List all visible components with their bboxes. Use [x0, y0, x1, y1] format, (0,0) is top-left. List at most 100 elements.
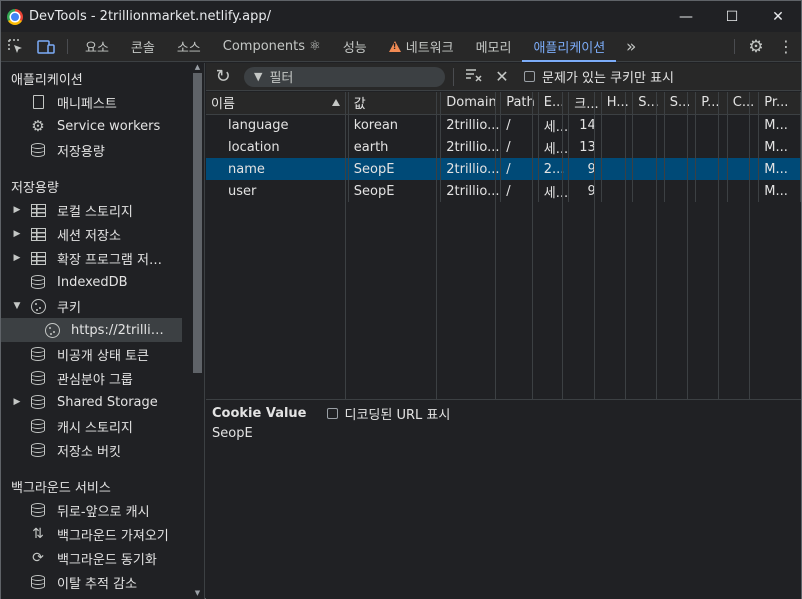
expand-arrow-icon[interactable]: ▶	[10, 229, 24, 239]
table-row[interactable]: location earth 2trillio... / 세... 13 M..…	[206, 136, 801, 158]
cookie-value-text[interactable]: SeopE	[206, 426, 801, 441]
cookie-icon	[44, 322, 60, 338]
filter-funnel-icon: ▼	[254, 70, 263, 83]
settings-gear-icon[interactable]: ⚙	[741, 32, 771, 61]
sidebar-scrollbar[interactable]: ▲ ▼	[191, 63, 203, 599]
show-decoded-url-checkbox[interactable]	[326, 407, 338, 419]
sidebar-item-cookies[interactable]: ▼ 쿠키	[1, 294, 204, 318]
cookies-table: 이름 값 Domain Path E... 크... H... S... S..…	[206, 92, 801, 399]
sort-ascending-icon	[331, 99, 340, 106]
cookie-value-title: Cookie Value	[212, 405, 307, 421]
sidebar-item-session-storage[interactable]: ▶ 세션 저장소	[1, 222, 204, 246]
gears-icon: ⚙	[31, 116, 45, 135]
column-header-expires[interactable]: E...	[538, 92, 570, 115]
column-header-cross-site[interactable]: C...	[727, 92, 760, 115]
column-header-partition-key[interactable]: P...	[695, 92, 728, 115]
table-row-selected[interactable]: name SeopE 2trillio... / 2... 9 M...	[206, 158, 801, 180]
column-header-name[interactable]: 이름	[206, 92, 349, 115]
document-icon	[32, 95, 44, 109]
tab-console[interactable]: 콘솔	[120, 32, 166, 61]
scroll-up-icon[interactable]: ▲	[193, 63, 202, 71]
sidebar-item-cache-storage[interactable]: 캐시 스토리지	[1, 414, 204, 438]
tab-network-label: 네트워크	[405, 41, 454, 56]
database-icon	[30, 575, 45, 589]
sidebar-item-storage[interactable]: 저장용량	[1, 138, 204, 162]
database-icon	[30, 443, 45, 457]
column-header-value[interactable]: 값	[348, 92, 442, 115]
database-icon	[30, 347, 45, 361]
minimize-button[interactable]: —	[663, 1, 709, 32]
only-issues-label: 문제가 있는 쿠키만 표시	[542, 71, 674, 86]
database-icon	[30, 503, 45, 517]
database-icon	[30, 275, 45, 289]
tab-elements[interactable]: 요소	[74, 32, 120, 61]
devtools-tabbar: 요소 콘솔 소스 Components ⚛ 성능 네트워크 메모리 애플리케이션…	[1, 32, 801, 62]
sidebar-item-bounce-tracking[interactable]: 이탈 추적 감소	[1, 570, 204, 594]
sidebar-item-background-sync[interactable]: ⟳ 백그라운드 동기화	[1, 546, 204, 570]
column-header-secure[interactable]: S...	[632, 92, 665, 115]
sidebar-item-local-storage[interactable]: ▶ 로컬 스토리지	[1, 198, 204, 222]
column-header-priority[interactable]: Pr...	[758, 92, 801, 115]
sidebar-item-extension-storage[interactable]: ▶ 확장 프로그램 저장소	[1, 246, 204, 270]
tab-network[interactable]: 네트워크	[378, 32, 465, 61]
table-row[interactable]: language korean 2trillio... / 세... 14 M.…	[206, 114, 801, 136]
section-application: 애플리케이션	[11, 72, 83, 88]
devtools-window: DevTools - 2trillionmarket.netlify.app/ …	[0, 0, 802, 599]
sidebar-item-private-state-tokens[interactable]: 비공개 상태 토큰	[1, 342, 204, 366]
cookie-icon	[30, 298, 46, 314]
title-bar: DevTools - 2trillionmarket.netlify.app/ …	[1, 1, 801, 32]
table-row[interactable]: user SeopE 2trillio... / 세... 9 M...	[206, 180, 801, 202]
column-header-size[interactable]: 크...	[568, 92, 602, 115]
refresh-icon[interactable]: ↻	[208, 66, 238, 87]
more-tabs-icon[interactable]: »	[616, 32, 646, 61]
sidebar-item-shared-storage[interactable]: ▶ Shared Storage	[1, 390, 204, 414]
tab-separator	[67, 39, 68, 54]
toolbar-separator	[453, 67, 454, 86]
tab-memory[interactable]: 메모리	[465, 32, 523, 61]
sidebar-item-bfcache[interactable]: 뒤로-앞으로 캐시	[1, 498, 204, 522]
sync-icon: ⟳	[32, 550, 44, 566]
only-issues-checkbox[interactable]	[524, 71, 535, 82]
sidebar-item-indexeddb[interactable]: IndexedDB	[1, 270, 204, 294]
scroll-thumb[interactable]	[193, 73, 202, 373]
expand-arrow-icon[interactable]: ▶	[10, 253, 24, 263]
column-header-httponly[interactable]: H...	[601, 92, 634, 115]
up-down-arrows-icon: ⇅	[32, 526, 44, 542]
maximize-button[interactable]: ☐	[709, 1, 755, 32]
tab-sources[interactable]: 소스	[166, 32, 212, 61]
column-header-samesite[interactable]: S...	[664, 92, 697, 115]
cookies-toolbar: ↻ ▼ 필터 ✕ 문제가 있는 쿠키만 표시	[206, 63, 801, 91]
database-icon	[30, 371, 45, 385]
section-storage: 저장용량	[11, 180, 59, 196]
tab-application[interactable]: 애플리케이션	[522, 32, 617, 62]
clear-filtered-cookies-icon[interactable]	[462, 68, 486, 86]
tab-components[interactable]: Components ⚛	[212, 32, 332, 61]
expand-arrow-icon[interactable]: ▶	[10, 205, 24, 215]
section-background-services: 백그라운드 서비스	[11, 480, 111, 496]
inspect-element-icon[interactable]	[1, 32, 31, 61]
table-icon	[30, 227, 46, 241]
sidebar-item-background-fetch[interactable]: ⇅ 백그라운드 가져오기	[1, 522, 204, 546]
clear-all-cookies-icon[interactable]: ✕	[490, 67, 514, 86]
cookie-value-panel: Cookie Value 디코딩된 URL 표시 SeopE	[206, 399, 801, 599]
column-header-domain[interactable]: Domain	[440, 92, 502, 115]
table-header-row: 이름 값 Domain Path E... 크... H... S... S..…	[206, 92, 801, 115]
close-button[interactable]: ✕	[755, 1, 801, 32]
filter-input[interactable]: ▼ 필터	[244, 66, 445, 87]
sidebar-item-service-workers[interactable]: ⚙ Service workers	[1, 114, 204, 138]
more-options-icon[interactable]: ⋮	[771, 32, 801, 61]
warning-icon	[388, 41, 401, 52]
sidebar-item-storage-buckets[interactable]: 저장소 버킷	[1, 438, 204, 462]
show-decoded-url-label: 디코딩된 URL 표시	[344, 407, 451, 423]
sidebar-item-cookie-origin[interactable]: https://2trillionmarket.netlify.app	[1, 318, 182, 342]
device-toolbar-icon[interactable]	[31, 32, 61, 61]
expand-arrow-icon[interactable]: ▶	[10, 397, 24, 407]
sidebar-item-manifest[interactable]: 매니페스트	[1, 90, 204, 114]
database-icon	[30, 419, 45, 433]
tab-performance[interactable]: 성능	[332, 32, 378, 61]
window-title: DevTools - 2trillionmarket.netlify.app/	[29, 9, 272, 24]
collapse-arrow-icon[interactable]: ▼	[10, 301, 24, 311]
chrome-logo-icon	[7, 8, 23, 25]
scroll-down-icon[interactable]: ▼	[193, 589, 202, 597]
sidebar-item-interest-groups[interactable]: 관심분야 그룹	[1, 366, 204, 390]
